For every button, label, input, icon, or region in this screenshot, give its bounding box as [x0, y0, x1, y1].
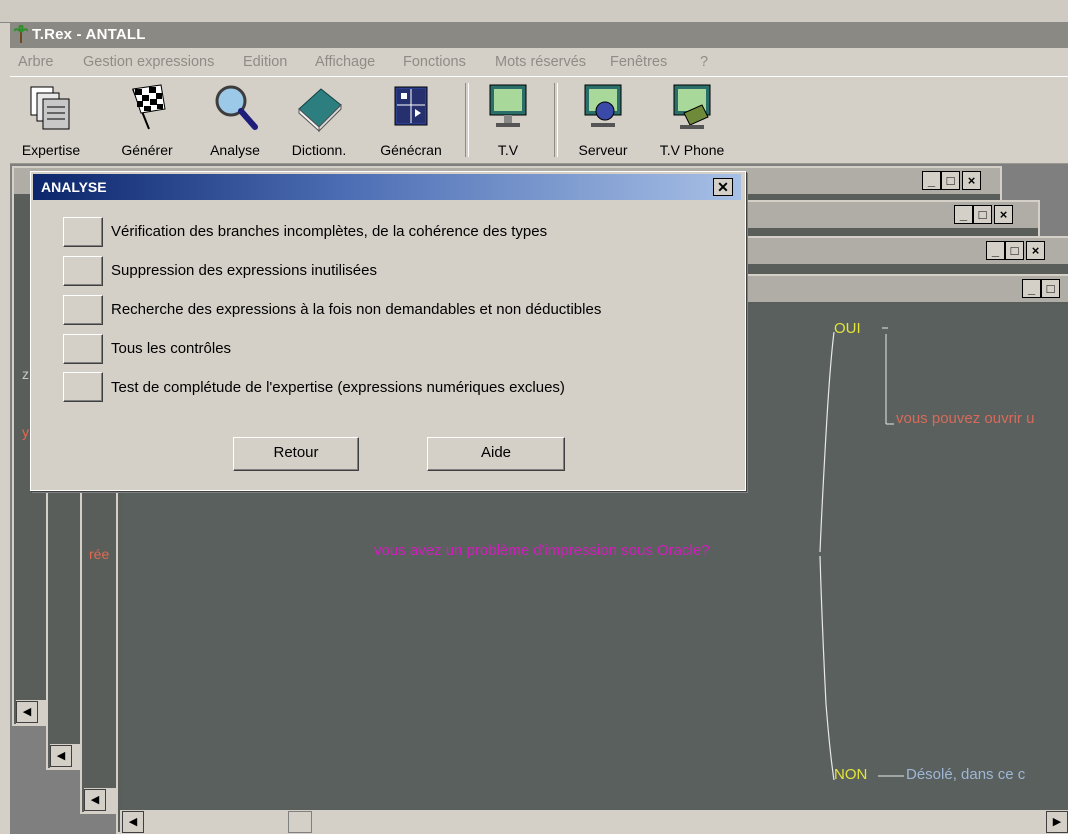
scroll-thumb[interactable]	[288, 811, 312, 833]
tree-no-label[interactable]: NON	[834, 766, 867, 783]
scroll-left-button[interactable]: ◀	[16, 701, 38, 723]
tree-yes-label[interactable]: OUI	[834, 320, 861, 337]
menu-mots-reserves[interactable]: Mots réservés	[495, 54, 586, 70]
background-window-strip	[0, 0, 1068, 23]
close-button[interactable]: ×	[1026, 241, 1045, 260]
expertise-label: Expertise	[21, 142, 81, 158]
analyse-dialog: ANALYSE ✕ Vérification des branches inco…	[30, 171, 746, 491]
tv-button[interactable]: T.V	[478, 83, 538, 161]
option-test-completude-button[interactable]	[63, 372, 103, 402]
minimize-button[interactable]: _	[986, 241, 1005, 260]
option-tous-controles-button[interactable]	[63, 334, 103, 364]
scroll-left-button[interactable]: ◀	[50, 745, 72, 767]
scroll-left-button[interactable]: ◀	[84, 789, 106, 811]
menu-gestion-expressions[interactable]: Gestion expressions	[83, 54, 214, 70]
menu-bar: Arbre Gestion expressions Edition Affich…	[10, 50, 1068, 74]
server-monitor-icon	[584, 84, 622, 127]
option-recherche-label: Recherche des expressions à la fois non …	[111, 301, 602, 318]
minimize-button[interactable]: _	[954, 205, 973, 224]
genecran-label: Génécran	[380, 142, 442, 158]
menu-fenetres[interactable]: Fenêtres	[610, 54, 667, 70]
generer-button[interactable]: Générer	[110, 83, 184, 161]
maximize-button[interactable]: □	[973, 205, 992, 224]
documents-stack-icon	[30, 86, 70, 130]
aide-button[interactable]: Aide	[427, 437, 565, 471]
dictionnaire-button[interactable]: Dictionn.	[282, 83, 356, 161]
close-button[interactable]: ×	[962, 171, 981, 190]
phone-monitor-icon	[673, 84, 711, 129]
genecran-button[interactable]: Génécran	[372, 83, 450, 161]
toolbar: Expertise Générer Analyse Dictionn. Géné…	[10, 76, 1068, 164]
checkered-flag-icon	[132, 84, 166, 130]
app-title: T.Rex - ANTALL	[32, 26, 146, 43]
menu-arbre[interactable]: Arbre	[18, 54, 53, 70]
toolbar-separator	[465, 83, 469, 157]
tree-root-question[interactable]: vous avez un problème d'impression sous …	[374, 542, 710, 559]
option-verification-button[interactable]	[63, 217, 103, 247]
tv-label: T.V	[497, 142, 519, 158]
fragment-y: y	[22, 424, 29, 440]
option-test-completude-label: Test de complétude de l'expertise (expre…	[111, 379, 565, 396]
generer-label: Générer	[121, 142, 173, 158]
option-verification-label: Vérification des branches incomplètes, d…	[111, 223, 548, 240]
menu-help[interactable]: ?	[700, 54, 708, 70]
tree-no-child[interactable]: Désolé, dans ce c	[906, 766, 1025, 783]
scroll-left-button[interactable]: ◀	[122, 811, 144, 833]
front-horizontal-scrollbar[interactable]: ◀ ▶	[120, 810, 1068, 834]
maximize-button[interactable]: □	[1041, 279, 1060, 298]
monitor-icon	[489, 84, 527, 127]
dialog-close-button[interactable]: ✕	[713, 178, 733, 196]
option-suppression-label: Suppression des expressions inutilisées	[111, 262, 377, 279]
scroll-right-button[interactable]: ▶	[1046, 811, 1068, 833]
dictionnaire-label: Dictionn.	[291, 142, 347, 158]
magnifier-icon	[215, 85, 258, 130]
option-recherche-button[interactable]	[63, 295, 103, 325]
menu-edition[interactable]: Edition	[243, 54, 287, 70]
book-icon	[298, 88, 342, 133]
option-tous-controles-label: Tous les contrôles	[111, 340, 232, 357]
tree-yes-child[interactable]: vous pouvez ouvrir u	[896, 410, 1034, 427]
retour-button[interactable]: Retour	[233, 437, 359, 471]
palm-tree-icon	[14, 25, 28, 43]
analyse-dialog-titlebar[interactable]: ANALYSE ✕	[33, 174, 741, 200]
screen-layout-icon	[394, 86, 428, 126]
serveur-label: Serveur	[578, 142, 628, 158]
menu-fonctions[interactable]: Fonctions	[403, 54, 466, 70]
close-button[interactable]: ×	[994, 205, 1013, 224]
option-suppression-button[interactable]	[63, 256, 103, 286]
dialog-title: ANALYSE	[41, 179, 107, 195]
maximize-button[interactable]: □	[941, 171, 960, 190]
expertise-button[interactable]: Expertise	[10, 83, 92, 161]
analyse-label: Analyse	[210, 142, 260, 158]
close-icon: ✕	[717, 179, 729, 195]
minimize-button[interactable]: _	[1022, 279, 1041, 298]
tv-phone-button[interactable]: T.V Phone	[650, 83, 734, 161]
tv-phone-label: T.V Phone	[659, 142, 725, 158]
minimize-button[interactable]: _	[922, 171, 941, 190]
fragment-ree: rée	[89, 546, 110, 562]
analyse-button[interactable]: Analyse	[198, 83, 272, 161]
maximize-button[interactable]: □	[1005, 241, 1024, 260]
app-title-bar: T.Rex - ANTALL	[10, 22, 1068, 48]
fragment-z: z	[22, 366, 29, 382]
toolbar-separator	[554, 83, 558, 157]
serveur-button[interactable]: Serveur	[566, 83, 640, 161]
menu-affichage[interactable]: Affichage	[315, 54, 375, 70]
